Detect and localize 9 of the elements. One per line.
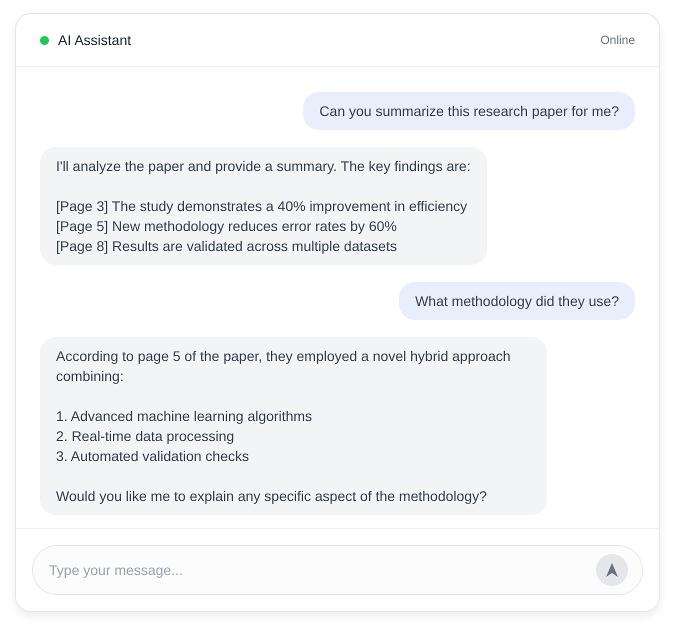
assistant-message: I'll analyze the paper and provide a summary. The key findings are: [Page 3] The study demonstrates a 40% improvement in efficiency [Page 5] New methodology reduces error rates by 60% [Page 8] Results are validated across multiple datasets (40, 147, 487, 265)
send-arrow-icon (606, 563, 618, 577)
message-field[interactable]: Type your message... (32, 545, 643, 595)
assistant-message: According to page 5 of the paper, they employed a novel hybrid approach combining: 1. Advanced machine learning algorithms 2. Real-time data processing 3. Automated validation checks Would you like me to explain any specific aspect of the methodology? (40, 337, 547, 515)
status-label: Online (600, 33, 635, 47)
chat-title: AI Assistant (58, 32, 132, 48)
user-message: Can you summarize this research paper for me? (303, 92, 635, 130)
user-message: What methodology did they use? (399, 282, 635, 320)
status-dot (40, 36, 49, 44)
